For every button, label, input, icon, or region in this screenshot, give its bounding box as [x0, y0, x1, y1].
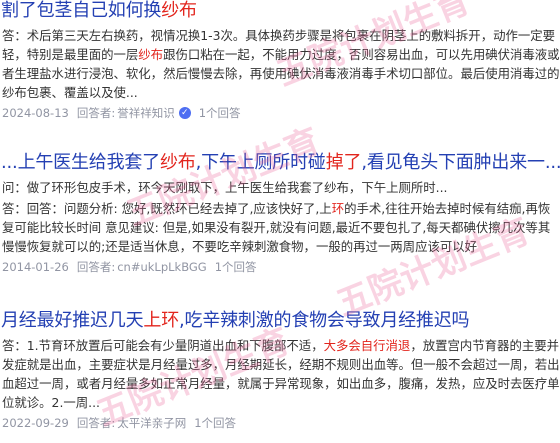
- result-meta-2: 2014-01-26 回答者: cn#ukLpLkBGG 1个回答: [0, 259, 560, 275]
- result-date: 2014-01-26: [2, 260, 69, 274]
- text-segment: 纱布: [2, 85, 27, 100]
- answerer-label: 回答者:: [76, 260, 116, 274]
- answerer-name[interactable]: 誉祥祥知识: [117, 105, 175, 121]
- text-segment: 答：1.节育环放置后可能会有少量阴道出血和下腹部不适，: [2, 338, 324, 353]
- result-meta-1: 2024-08-13 回答者: 誉祥祥知识 ✓ 1个回答: [0, 105, 560, 121]
- text-segment: ...上午医生给我套了: [1, 152, 160, 173]
- highlighted-keyword: 环: [331, 201, 345, 216]
- highlighted-keyword: 掉了: [325, 152, 362, 173]
- result-item-1: 割了包茎自己如何换纱布 答：术后第三天左右换药，视情况换1-3次。具体换药步骤是…: [0, 0, 560, 121]
- result-date: 2022-09-29: [2, 416, 69, 430]
- text-segment: 月经最好推迟几天: [1, 310, 144, 331]
- text-segment: 割了包茎自己如何换: [1, 0, 162, 21]
- text-segment: ,吃辛辣刺激的食物会导致月经推迟吗: [179, 310, 470, 331]
- highlighted-keyword: 上环: [143, 310, 180, 331]
- text-segment: ,下午上厕所时碰: [195, 152, 326, 173]
- text-segment: 答：回答：问题分析: 您好,既然环已经去掉了,应该快好了,上: [2, 201, 332, 216]
- result-title-1[interactable]: 割了包茎自己如何换纱布: [0, 0, 560, 22]
- search-results-page: 割了包茎自己如何换纱布 答：术后第三天左右换药，视情况换1-3次。具体换药步骤是…: [0, 0, 560, 443]
- result-snippet-1: 答：术后第三天左右换药，视情况换1-3次。具体换药步骤是将包裹在阴茎上的敷料拆开…: [0, 26, 560, 102]
- result-snippet-3: 答：1.节育环放置后可能会有少量阴道出血和下腹部不适，大多会自行消退，放置宫内节…: [0, 336, 560, 412]
- text-segment: 问：做了环形包皮手术，环今天刚取下，上午医生给我套了纱布，下午上厕所时...: [2, 180, 448, 195]
- highlighted-keyword: 纱布: [161, 0, 197, 21]
- result-date: 2024-08-13: [2, 106, 69, 120]
- result-meta-3: 2022-09-29 回答者: 太平洋亲子网 1个回答: [0, 415, 560, 431]
- highlighted-keyword: 纱布: [159, 152, 196, 173]
- result-snippet-2: 答：回答：问题分析: 您好,既然环已经去掉了,应该快好了,上环的手术,往往开始去…: [0, 199, 560, 256]
- result-title-3[interactable]: 月经最好推迟几天上环,吃辛辣刺激的食物会导致月经推迟吗: [0, 310, 560, 332]
- answer-count[interactable]: 1个回答: [199, 105, 241, 121]
- result-title-2[interactable]: ...上午医生给我套了纱布,下午上厕所时碰掉了,看见龟头下面肿出来一...: [0, 152, 560, 174]
- answerer-name[interactable]: 太平洋亲子网: [117, 415, 186, 431]
- result-item-3: 月经最好推迟几天上环,吃辛辣刺激的食物会导致月经推迟吗 答：1.节育环放置后可能…: [0, 310, 560, 431]
- result-item-2: ...上午医生给我套了纱布,下午上厕所时碰掉了,看见龟头下面肿出来一... 问：…: [0, 152, 560, 275]
- highlighted-keyword: 大多会自行消退: [323, 338, 411, 353]
- text-segment: 包裹、覆盖以及使...: [26, 85, 138, 100]
- result-question-2: 问：做了环形包皮手术，环今天刚取下，上午医生给我套了纱布，下午上厕所时...: [0, 178, 560, 197]
- answer-count[interactable]: 1个回答: [194, 415, 236, 431]
- text-segment: ,看见龟头下面肿出来一...: [361, 152, 560, 173]
- highlighted-keyword: 纱布: [138, 47, 164, 62]
- verified-badge-icon: ✓: [178, 107, 191, 119]
- answer-count[interactable]: 1个回答: [215, 259, 257, 275]
- answerer-name[interactable]: cn#ukLpLkBGG: [117, 260, 206, 274]
- answerer-label: 回答者:: [76, 106, 116, 120]
- answerer-label: 回答者:: [76, 416, 116, 430]
